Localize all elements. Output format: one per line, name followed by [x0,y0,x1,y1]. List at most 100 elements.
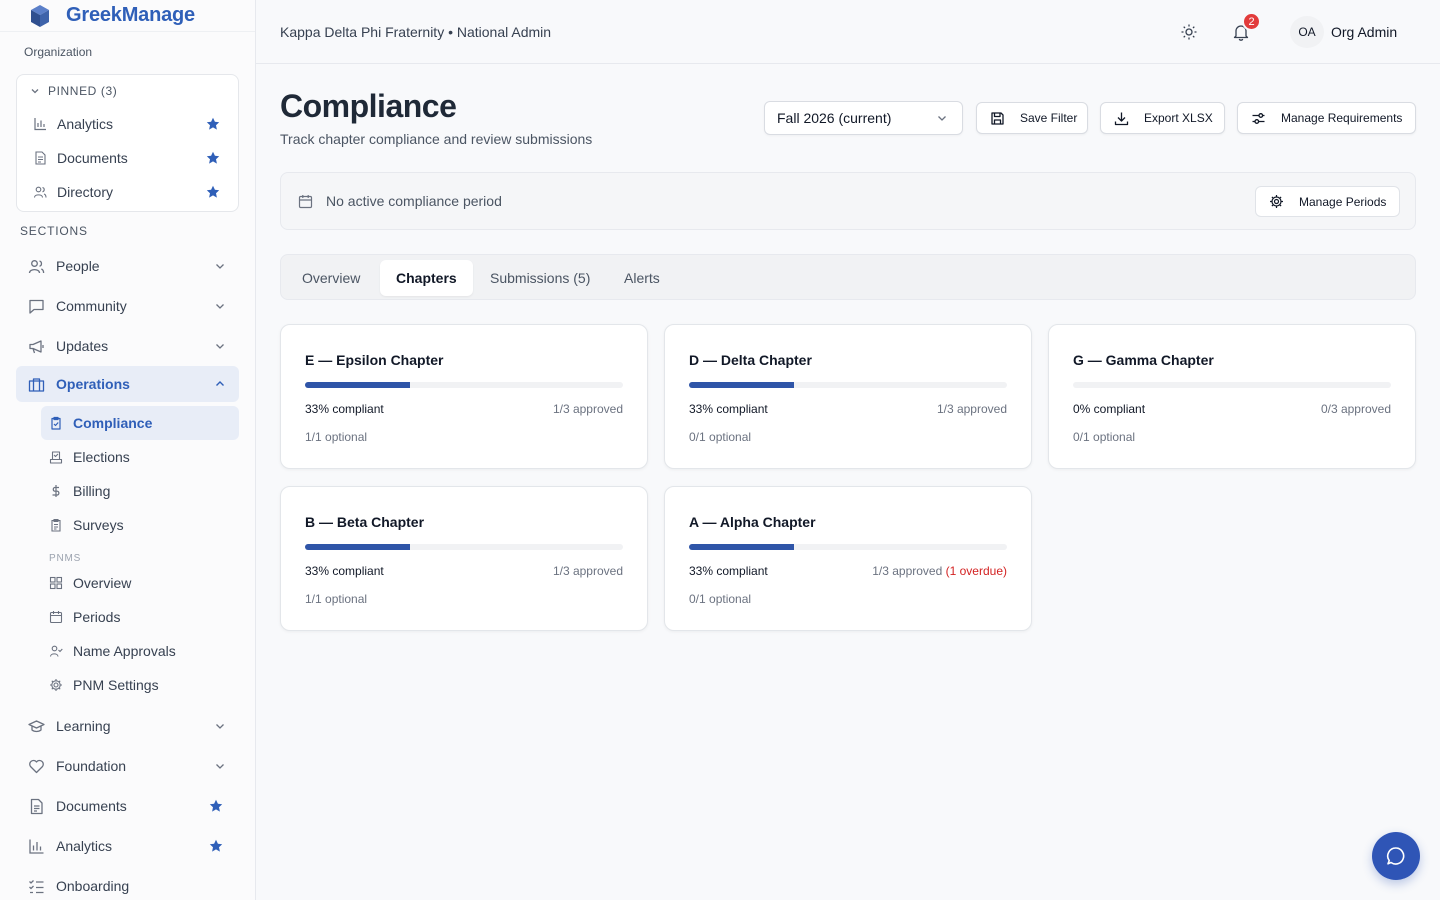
user-name[interactable]: Org Admin [1331,24,1397,40]
compliance-percent: 33% compliant [689,402,768,416]
star-icon[interactable] [206,151,220,165]
chapter-title: B — Beta Chapter [305,514,425,530]
nav-elections[interactable]: Elections [41,440,239,474]
nav-pnm-overview[interactable]: Overview [41,566,239,600]
notification-badge: 2 [1242,12,1261,31]
nav-foundation[interactable]: Foundation [16,746,239,786]
clipboard-check-icon [49,416,63,430]
pinned-header[interactable]: PINNED (3) [17,75,238,107]
nav-label: Name Approvals [73,643,176,659]
tab-chapters[interactable]: Chapters [380,260,473,296]
calendar-icon [298,194,313,209]
export-label: Export XLSX [1144,111,1213,125]
download-icon [1114,111,1129,126]
nav-label: Learning [56,718,111,734]
brand-name: GreekManage [66,4,195,26]
chevron-down-icon [213,719,227,733]
compliance-progress-bar [1073,382,1391,388]
nav-onboarding[interactable]: Onboarding [16,866,239,900]
nav-surveys[interactable]: Surveys [41,508,239,542]
nav-operations[interactable]: Operations [16,366,239,402]
star-icon[interactable] [209,799,223,813]
chapter-title: E — Epsilon Chapter [305,352,444,368]
save-filter-button[interactable]: Save Filter [976,102,1088,134]
compliance-progress-bar [689,544,1007,550]
approved-count: 1/3 approved [937,402,1007,416]
chapter-card-delta[interactable]: D — Delta Chapter 33% compliant 1/3 appr… [664,324,1032,469]
approved-count: 0/3 approved [1321,402,1391,416]
chat-button[interactable] [1372,832,1420,880]
nav-updates[interactable]: Updates [16,326,239,366]
document-icon [28,798,45,815]
nav-community[interactable]: Community [16,286,239,326]
building-icon [28,376,45,393]
nav-pnm-periods[interactable]: Periods [41,600,239,634]
dollar-icon [49,484,63,498]
nav-analytics[interactable]: Analytics [16,826,239,866]
nav-billing[interactable]: Billing [41,474,239,508]
vote-icon [49,450,63,464]
period-select[interactable]: Fall 2026 (current) [764,101,963,135]
heart-icon [28,758,45,775]
bar-chart-icon [33,117,47,131]
star-icon[interactable] [206,117,220,131]
nav-pnm-settings[interactable]: PNM Settings [41,668,239,702]
pnms-group-label: PNMS [49,553,82,564]
gear-icon [49,678,63,692]
chapter-card-gamma[interactable]: G — Gamma Chapter 0% compliant 0/3 appro… [1048,324,1416,469]
optional-count: 1/1 optional [305,592,368,606]
approved-count: 1/3 approved [553,402,623,416]
compliance-tabs: Overview Chapters Submissions (5) Alerts [280,254,1416,300]
nav-label: Overview [73,575,132,591]
nav-people[interactable]: People [16,246,239,286]
approved-count: 1/3 approved (1 overdue) [872,564,1007,578]
approved-text: 1/3 approved [872,564,943,578]
chapter-card-alpha[interactable]: A — Alpha Chapter 33% compliant 1/3 appr… [664,486,1032,631]
nav-label: Community [56,298,127,314]
manage-requirements-label: Manage Requirements [1281,111,1403,125]
nav-label: Surveys [73,517,124,533]
nav-label: Operations [56,376,130,392]
page-subtitle: Track chapter compliance and review subm… [280,131,593,147]
approved-count: 1/3 approved [553,564,623,578]
grid-icon [49,576,63,590]
chapter-card-epsilon[interactable]: E — Epsilon Chapter 33% compliant 1/3 ap… [280,324,648,469]
nav-label: Documents [56,798,127,814]
tab-alerts[interactable]: Alerts [608,260,676,296]
sliders-icon [1251,111,1266,126]
nav-name-approvals[interactable]: Name Approvals [41,634,239,668]
manage-periods-label: Manage Periods [1299,194,1387,209]
chapter-card-beta[interactable]: B — Beta Chapter 33% compliant 1/3 appro… [280,486,648,631]
gear-icon [1269,194,1284,209]
avatar[interactable]: OA [1290,16,1324,48]
tab-overview[interactable]: Overview [286,260,376,296]
nav-learning[interactable]: Learning [16,706,239,746]
organization-label: Organization [24,45,93,59]
period-select-value: Fall 2026 (current) [777,110,892,126]
nav-compliance[interactable]: Compliance [41,406,239,440]
nav-label: People [56,258,100,274]
graduation-cap-icon [28,718,45,735]
overdue-count: (1 overdue) [945,564,1007,578]
sun-icon[interactable] [1180,23,1198,41]
pinned-item-label: Documents [57,150,128,166]
compliance-period-banner: No active compliance period Manage Perio… [280,172,1416,230]
export-xlsx-button[interactable]: Export XLSX [1100,102,1225,134]
tab-submissions[interactable]: Submissions (5) [474,260,606,296]
brand[interactable]: GreekManage [0,0,255,32]
approved-text: 0/3 approved [1320,402,1391,416]
sections-label: SECTIONS [20,224,88,238]
nav-documents[interactable]: Documents [16,786,239,826]
pinned-section: PINNED (3) Analytics Documents Directory [16,74,239,212]
manage-periods-button[interactable]: Manage Periods [1255,186,1400,217]
star-icon[interactable] [206,185,220,199]
manage-requirements-button[interactable]: Manage Requirements [1237,102,1416,134]
pinned-item-directory[interactable]: Directory [17,175,238,209]
chevron-down-icon [213,299,227,313]
star-icon[interactable] [209,839,223,853]
compliance-percent: 0% compliant [1073,402,1146,416]
pinned-item-documents[interactable]: Documents [17,141,238,175]
chevron-down-icon [935,111,949,125]
pinned-item-analytics[interactable]: Analytics [17,107,238,141]
cube-logo-icon [31,4,49,27]
